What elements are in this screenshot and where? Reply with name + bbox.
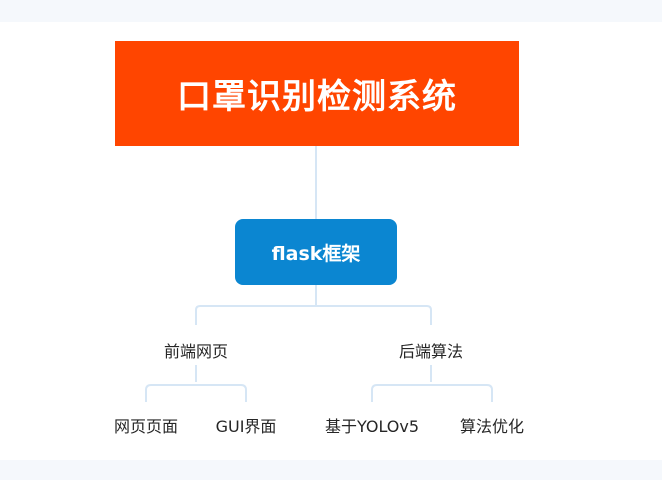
leaf-yolov5-node[interactable]: 基于YOLOv5 [325,413,419,437]
leaf-gui-node[interactable]: GUI界面 [216,413,277,437]
connector-branch2-children [371,365,493,402]
root-node[interactable]: 口罩识别检测系统 [115,41,519,146]
main-topic-node[interactable]: flask框架 [235,219,397,285]
root-node-label: 口罩识别检测系统 [177,77,457,117]
connector-branch1-children [145,365,247,402]
leaf-webpage-node[interactable]: 网页页面 [114,413,178,437]
leaf-optimization-node[interactable]: 算法优化 [460,413,524,437]
branch-backend-node[interactable]: 后端算法 [399,338,463,362]
connector-main-branches [195,285,432,325]
branch-frontend-node[interactable]: 前端网页 [164,338,228,362]
main-topic-label: flask框架 [271,242,361,265]
